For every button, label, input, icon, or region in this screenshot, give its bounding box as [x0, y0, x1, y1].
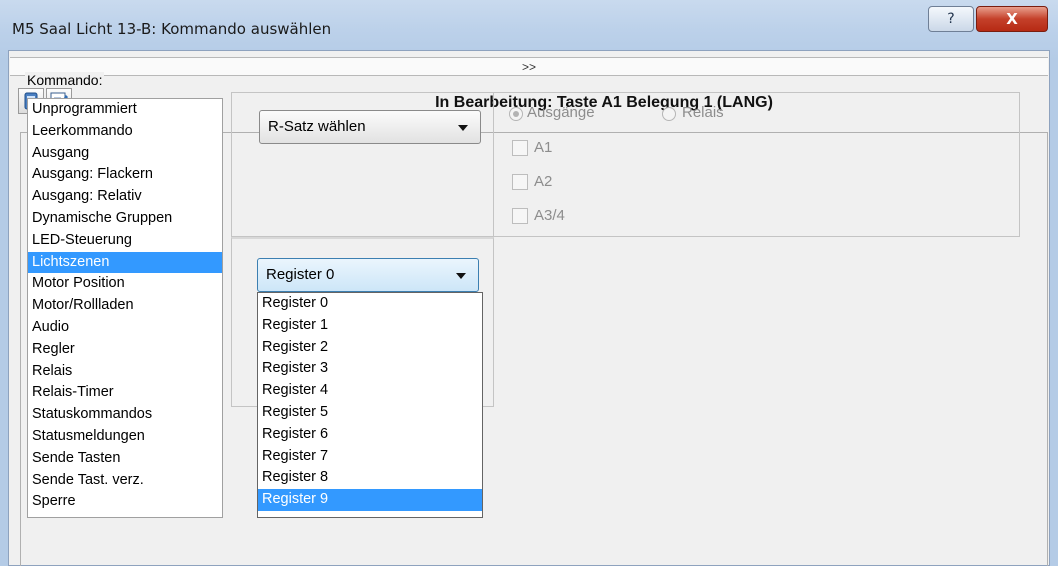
dialog-window: M5 Saal Licht 13-B: Kommando auswählen ?…: [0, 0, 1058, 566]
list-item[interactable]: Motor/Rollladen: [28, 295, 222, 317]
help-button[interactable]: ?: [928, 6, 974, 32]
list-item[interactable]: Ausgang: Relativ: [28, 186, 222, 208]
dropdown-option[interactable]: Register 8: [258, 467, 482, 489]
dropdown-option-highlighted[interactable]: Register 9: [258, 489, 482, 511]
list-item[interactable]: Relais-Timer: [28, 382, 222, 404]
list-item-selected[interactable]: Lichtszenen: [28, 251, 222, 274]
dropdown-option[interactable]: Register 6: [258, 424, 482, 446]
command-list[interactable]: Unprogrammiert Leerkommando Ausgang Ausg…: [27, 98, 223, 518]
rsatz-select-value: R-Satz wählen: [268, 118, 366, 135]
list-item[interactable]: LED-Steuerung: [28, 230, 222, 252]
checkbox-a1[interactable]: [512, 140, 528, 156]
register-select[interactable]: Register 0: [257, 258, 479, 292]
list-item[interactable]: Regler: [28, 339, 222, 361]
checkbox-a1-label: A1: [534, 139, 553, 156]
rsatz-select[interactable]: R-Satz wählen: [259, 110, 481, 144]
register-dropdown-list[interactable]: Register 0 Register 1 Register 2 Registe…: [257, 292, 483, 518]
list-item[interactable]: Ausgang: [28, 143, 222, 165]
dropdown-option[interactable]: Register 7: [258, 446, 482, 468]
chevron-down-icon: [458, 125, 468, 131]
list-item[interactable]: Sende Tasten: [28, 448, 222, 470]
list-item[interactable]: Unprogrammiert: [28, 99, 222, 121]
kommando-label: Kommando:: [25, 72, 105, 88]
window-title: M5 Saal Licht 13-B: Kommando auswählen: [12, 20, 332, 38]
list-item[interactable]: Statuskommandos: [28, 404, 222, 426]
dropdown-option[interactable]: Register 0: [258, 293, 482, 315]
expand-bar[interactable]: >>: [10, 57, 1048, 76]
dropdown-option[interactable]: Register 5: [258, 402, 482, 424]
expand-label: >>: [521, 60, 536, 74]
dropdown-option[interactable]: Register 1: [258, 315, 482, 337]
register-select-value: Register 0: [266, 266, 335, 283]
help-icon: ?: [947, 11, 955, 27]
dropdown-option[interactable]: Register 4: [258, 380, 482, 402]
close-icon: X: [1006, 10, 1018, 28]
list-item[interactable]: Ausgang: Flackern: [28, 164, 222, 186]
list-item[interactable]: Statusmeldungen: [28, 426, 222, 448]
radio-relais-label: Relais: [682, 104, 724, 121]
close-button[interactable]: X: [976, 6, 1048, 32]
radio-ausgaenge-label: Ausgänge: [527, 104, 595, 121]
checkbox-a2[interactable]: [512, 174, 528, 190]
list-item[interactable]: Audio: [28, 317, 222, 339]
checkbox-a34-label: A3/4: [534, 207, 565, 224]
title-bar[interactable]: M5 Saal Licht 13-B: Kommando auswählen ?…: [0, 0, 1058, 50]
list-item[interactable]: Motor Position: [28, 273, 222, 295]
checkbox-a34[interactable]: [512, 208, 528, 224]
list-item[interactable]: Sperre: [28, 491, 222, 513]
list-item[interactable]: Sende Tast. verz.: [28, 470, 222, 492]
radio-relais[interactable]: [662, 107, 676, 121]
list-item[interactable]: Relais: [28, 361, 222, 383]
dropdown-option[interactable]: Register 2: [258, 337, 482, 359]
chevron-down-icon: [456, 273, 466, 279]
list-item[interactable]: Dynamische Gruppen: [28, 208, 222, 230]
radio-ausgaenge[interactable]: [509, 107, 523, 121]
list-item[interactable]: Leerkommando: [28, 121, 222, 143]
checkbox-a2-label: A2: [534, 173, 553, 190]
dropdown-option[interactable]: Register 3: [258, 358, 482, 380]
